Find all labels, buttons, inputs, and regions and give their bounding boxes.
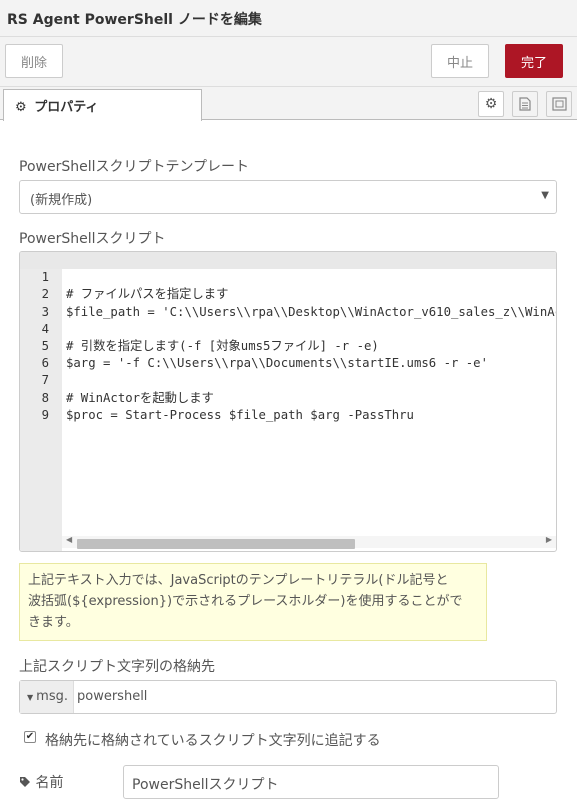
gear-icon: ⚙: [15, 100, 27, 115]
code-line: 1 # ファイルパスを指定します: [20, 252, 556, 301]
description-tab-button[interactable]: [512, 91, 538, 117]
code-line: 5 $arg = '-f C:\\Users\\rpa\\Documents\\…: [20, 321, 556, 370]
dialog-button-bar: 削除 中止 完了: [0, 37, 577, 87]
dialog-titlebar: RS Agent PowerShell ノードを編集: [0, 0, 577, 37]
tag-icon: [20, 777, 30, 787]
name-input[interactable]: PowerShellスクリプト: [123, 765, 499, 799]
code-line: 4 # 引数を指定します(-f [対象ums5ファイル] -r -e): [20, 304, 556, 353]
scroll-right-icon[interactable]: ▶: [546, 535, 552, 544]
horizontal-scrollbar[interactable]: ◀ ▶: [62, 535, 556, 549]
code-text: $proc = Start-Process $file_path $arg -P…: [66, 407, 414, 422]
dialog-title: RS Agent PowerShell ノードを編集: [7, 12, 262, 28]
template-label: PowerShellスクリプトテンプレート: [19, 159, 250, 175]
scroll-left-icon[interactable]: ◀: [66, 535, 72, 544]
code-line: 6: [20, 338, 556, 370]
gear-icon: ⚙: [484, 96, 498, 112]
template-selected-value: (新規作成): [30, 193, 93, 208]
editor-lines: 1 # ファイルパスを指定します 2 $file_path = 'C:\\Use…: [20, 252, 556, 422]
type-selector[interactable]: ▼ msg.: [20, 681, 74, 713]
delete-button[interactable]: 削除: [5, 44, 63, 78]
tip-line: 上記テキスト入力では、JavaScriptのテンプレートリテラル(ドル記号と: [28, 573, 449, 588]
code-line: 7 # WinActorを起動します: [20, 355, 556, 404]
done-button[interactable]: 完了: [505, 44, 563, 78]
type-prefix: msg.: [36, 689, 68, 704]
node-edit-dialog: RS Agent PowerShell ノードを編集 削除 中止 完了 ⚙ プロ…: [0, 0, 577, 810]
tab-bar: ⚙ プロパティ ⚙: [0, 87, 577, 121]
chevron-down-icon: ▼: [541, 190, 549, 201]
code-line: 9: [20, 390, 556, 422]
name-label-group: 名前: [19, 772, 63, 792]
appearance-tab-button[interactable]: [546, 91, 572, 117]
line-number: 9: [41, 407, 49, 422]
output-typed-input[interactable]: ▼ msg. powershell: [19, 680, 557, 714]
code-line: 3: [20, 286, 556, 319]
document-icon: [519, 97, 531, 111]
settings-tab-button[interactable]: ⚙: [478, 91, 504, 117]
scrollbar-thumb[interactable]: [77, 539, 355, 549]
script-editor[interactable]: 1 # ファイルパスを指定します 2 $file_path = 'C:\\Use…: [19, 251, 557, 552]
tip-line: きます。: [28, 615, 79, 630]
script-label: PowerShellスクリプト: [19, 231, 166, 247]
tip-line: 波括弧(${expression})で示されるプレースホルダー)を使用することが…: [28, 594, 463, 609]
template-literal-tip: 上記テキスト入力では、JavaScriptのテンプレートリテラル(ドル記号と 波…: [19, 563, 487, 641]
append-label: 格納先に格納されているスクリプト文字列に追記する: [45, 733, 381, 749]
caret-down-icon: ▼: [27, 693, 34, 702]
output-label: 上記スクリプト文字列の格納先: [19, 659, 215, 675]
template-select[interactable]: (新規作成) ▼: [19, 180, 557, 214]
name-label: 名前: [35, 775, 64, 791]
output-value: powershell: [77, 689, 148, 704]
append-checkbox[interactable]: ✔: [24, 731, 36, 743]
frame-icon: [551, 97, 567, 111]
code-line: 2 $file_path = 'C:\\Users\\rpa\\Desktop\…: [20, 269, 556, 318]
tab-properties[interactable]: ⚙ プロパティ: [3, 89, 202, 121]
cancel-button[interactable]: 中止: [431, 44, 489, 78]
code-line: 8 $proc = Start-Process $file_path $arg …: [20, 372, 556, 422]
tab-properties-label: プロパティ: [34, 100, 99, 115]
